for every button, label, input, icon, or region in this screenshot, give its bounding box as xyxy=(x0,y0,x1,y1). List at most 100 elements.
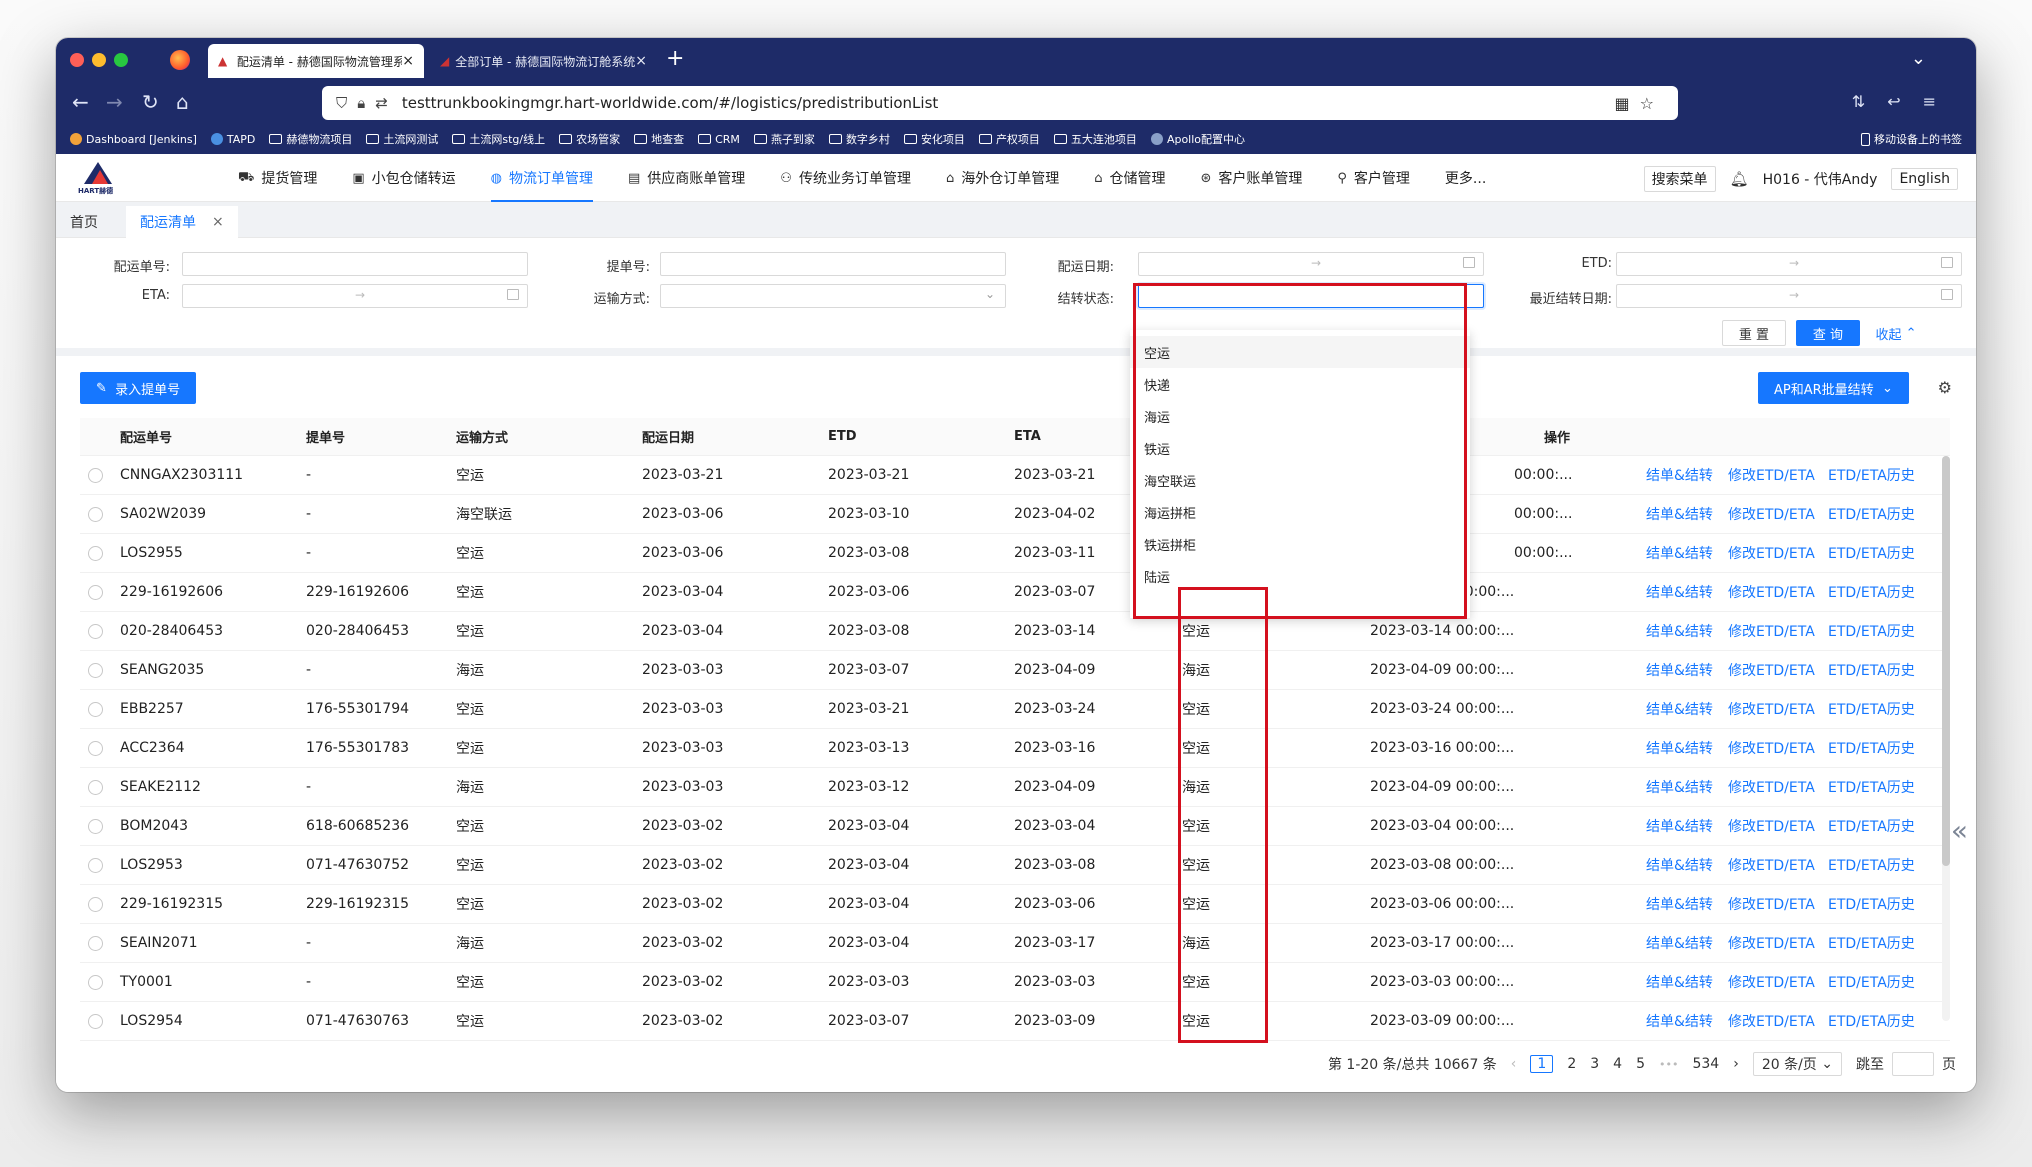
prev-page-icon[interactable]: ‹ xyxy=(1511,1056,1517,1072)
jump-input[interactable] xyxy=(1892,1052,1934,1076)
forward-icon[interactable]: → xyxy=(106,90,123,114)
toolbar-extension-icons[interactable]: ⇅↩≡ xyxy=(1852,92,1958,111)
edit-etd-eta-link[interactable]: 修改ETD/ETA xyxy=(1728,621,1815,641)
settle-link[interactable]: 结单&结转 xyxy=(1646,465,1713,485)
edit-etd-eta-link[interactable]: 修改ETD/ETA xyxy=(1728,816,1815,836)
etd-eta-history-link[interactable]: ETD/ETA历史 xyxy=(1828,582,1915,602)
edit-etd-eta-link[interactable]: 修改ETD/ETA xyxy=(1728,933,1815,953)
scrollbar-thumb[interactable] xyxy=(1942,456,1950,866)
table-row[interactable]: 229-16192315 229-16192315 空运 2023-03-02 2023… xyxy=(80,885,1950,924)
page-1[interactable]: 1 xyxy=(1530,1055,1554,1073)
row-radio[interactable] xyxy=(88,1013,103,1029)
close-tab-icon[interactable]: × xyxy=(635,53,647,69)
bookmark-folder[interactable]: 土流网测试 xyxy=(366,131,438,147)
dispatch-date-range[interactable]: → xyxy=(1138,252,1484,276)
row-radio[interactable] xyxy=(88,467,103,483)
list-tabs-chevron-icon[interactable]: ⌄ xyxy=(1911,48,1926,69)
edit-etd-eta-link[interactable]: 修改ETD/ETA xyxy=(1728,504,1815,524)
minimize-window-button[interactable] xyxy=(92,53,106,67)
page-3[interactable]: 3 xyxy=(1590,1056,1599,1072)
col-transport[interactable]: 运输方式 xyxy=(456,427,508,446)
menu-item-pickup[interactable]: ⛟ 提货管理 xyxy=(238,154,317,202)
row-radio[interactable] xyxy=(88,935,103,951)
back-icon[interactable]: ← xyxy=(72,90,89,114)
settle-link[interactable]: 结单&结转 xyxy=(1646,738,1713,758)
new-tab-icon[interactable]: + xyxy=(666,48,684,70)
bookmark-item[interactable]: Apollo配置中心 xyxy=(1150,131,1245,147)
bookmark-folder[interactable]: 地查查 xyxy=(634,131,684,147)
etd-eta-history-link[interactable]: ETD/ETA历史 xyxy=(1828,621,1915,641)
table-row[interactable]: ACC2364 176-55301783 空运 2023-03-03 2023-03-1… xyxy=(80,729,1950,768)
bookmark-folder[interactable]: 赫德物流项目 xyxy=(269,131,352,147)
mobile-bookmarks[interactable]: 移动设备上的书签 xyxy=(1861,131,1962,147)
row-radio[interactable] xyxy=(88,974,103,990)
table-row[interactable]: SEANG2035 - 海运 2023-03-03 2023-03-07 2023-04-… xyxy=(80,651,1950,690)
recent-settle-date-range[interactable]: → xyxy=(1616,284,1962,308)
col-eta[interactable]: ETA xyxy=(1014,429,1041,444)
settle-link[interactable]: 结单&结转 xyxy=(1646,972,1713,992)
etd-range[interactable]: → xyxy=(1616,252,1962,276)
etd-eta-history-link[interactable]: ETD/ETA历史 xyxy=(1828,972,1915,992)
language-button[interactable]: English xyxy=(1891,168,1958,190)
page-2[interactable]: 2 xyxy=(1567,1056,1576,1072)
close-icon[interactable]: × xyxy=(212,214,224,230)
edit-etd-eta-link[interactable]: 修改ETD/ETA xyxy=(1728,1011,1815,1031)
col-etd[interactable]: ETD xyxy=(828,429,857,444)
row-radio[interactable] xyxy=(88,623,103,639)
bookmark-item[interactable]: Dashboard [Jenkins] xyxy=(70,133,197,146)
home-icon[interactable]: ⌂ xyxy=(176,90,189,114)
bookmark-folder[interactable]: 数字乡村 xyxy=(828,131,890,147)
edit-etd-eta-link[interactable]: 修改ETD/ETA xyxy=(1728,855,1815,875)
etd-eta-history-link[interactable]: ETD/ETA历史 xyxy=(1828,465,1915,485)
etd-eta-history-link[interactable]: ETD/ETA历史 xyxy=(1828,699,1915,719)
edit-etd-eta-link[interactable]: 修改ETD/ETA xyxy=(1728,738,1815,758)
tab-current[interactable]: 配运清单 × xyxy=(126,206,238,238)
edit-etd-eta-link[interactable]: 修改ETD/ETA xyxy=(1728,894,1815,914)
user-name[interactable]: H016 - 代伟Andy xyxy=(1763,169,1878,189)
etd-eta-history-link[interactable]: ETD/ETA历史 xyxy=(1828,738,1915,758)
bill-no-input[interactable] xyxy=(660,252,1006,276)
settle-link[interactable]: 结单&结转 xyxy=(1646,504,1713,524)
table-row[interactable]: SEAKE2112 - 海运 2023-03-03 2023-03-12 2023-04-… xyxy=(80,768,1950,807)
maximize-window-button[interactable] xyxy=(114,53,128,67)
page-last[interactable]: 534 xyxy=(1692,1056,1719,1072)
bookmark-folder[interactable]: 五大连池项目 xyxy=(1053,131,1137,147)
settle-link[interactable]: 结单&结转 xyxy=(1646,699,1713,719)
settle-link[interactable]: 结单&结转 xyxy=(1646,621,1713,641)
table-row[interactable]: BOM2043 618-60685236 空运 2023-03-02 2023-03-0… xyxy=(80,807,1950,846)
etd-eta-history-link[interactable]: ETD/ETA历史 xyxy=(1828,933,1915,953)
next-page-icon[interactable]: › xyxy=(1733,1056,1739,1072)
col-bill-no[interactable]: 提单号 xyxy=(306,427,345,446)
table-row[interactable]: EBB2257 176-55301794 空运 2023-03-03 2023-03-2… xyxy=(80,690,1950,729)
menu-item-more[interactable]: 更多... xyxy=(1445,154,1486,202)
settle-link[interactable]: 结单&结转 xyxy=(1646,660,1713,680)
dispatch-no-input[interactable] xyxy=(182,252,528,276)
menu-item-supplier-bill[interactable]: ▤ 供应商账单管理 xyxy=(628,154,745,202)
page-4[interactable]: 4 xyxy=(1613,1056,1622,1072)
etd-eta-history-link[interactable]: ETD/ETA历史 xyxy=(1828,660,1915,680)
edit-etd-eta-link[interactable]: 修改ETD/ETA xyxy=(1728,699,1815,719)
settle-link[interactable]: 结单&结转 xyxy=(1646,855,1713,875)
bookmark-folder[interactable]: 燕子到家 xyxy=(753,131,815,147)
etd-eta-history-link[interactable]: ETD/ETA历史 xyxy=(1828,816,1915,836)
bookmark-folder[interactable]: 产权项目 xyxy=(978,131,1040,147)
row-radio[interactable] xyxy=(88,779,103,795)
edit-etd-eta-link[interactable]: 修改ETD/ETA xyxy=(1728,465,1815,485)
settle-link[interactable]: 结单&结转 xyxy=(1646,543,1713,563)
edit-etd-eta-link[interactable]: 修改ETD/ETA xyxy=(1728,777,1815,797)
bookmark-item[interactable]: TAPD xyxy=(210,133,255,146)
bookmark-folder[interactable]: CRM xyxy=(698,133,740,146)
etd-eta-history-link[interactable]: ETD/ETA历史 xyxy=(1828,777,1915,797)
row-radio[interactable] xyxy=(88,857,103,873)
col-dispatch-no[interactable]: 配运单号 xyxy=(120,427,172,446)
menu-item-customer-bill[interactable]: ⊛ 客户账单管理 xyxy=(1200,154,1302,202)
bookmark-folder[interactable]: 安化项目 xyxy=(903,131,965,147)
menu-item-parcel[interactable]: ▣ 小包仓储转运 xyxy=(352,154,455,202)
search-menu-button[interactable]: 搜索菜单 xyxy=(1643,166,1716,192)
edit-etd-eta-link[interactable]: 修改ETD/ETA xyxy=(1728,972,1815,992)
etd-eta-history-link[interactable]: ETD/ETA历史 xyxy=(1828,543,1915,563)
row-radio[interactable] xyxy=(88,584,103,600)
menu-item-customer[interactable]: ⚲ 客户管理 xyxy=(1337,154,1410,202)
settle-link[interactable]: 结单&结转 xyxy=(1646,777,1713,797)
batch-settle-button[interactable]: AP和AR批量结转 ⌄ xyxy=(1758,372,1909,404)
